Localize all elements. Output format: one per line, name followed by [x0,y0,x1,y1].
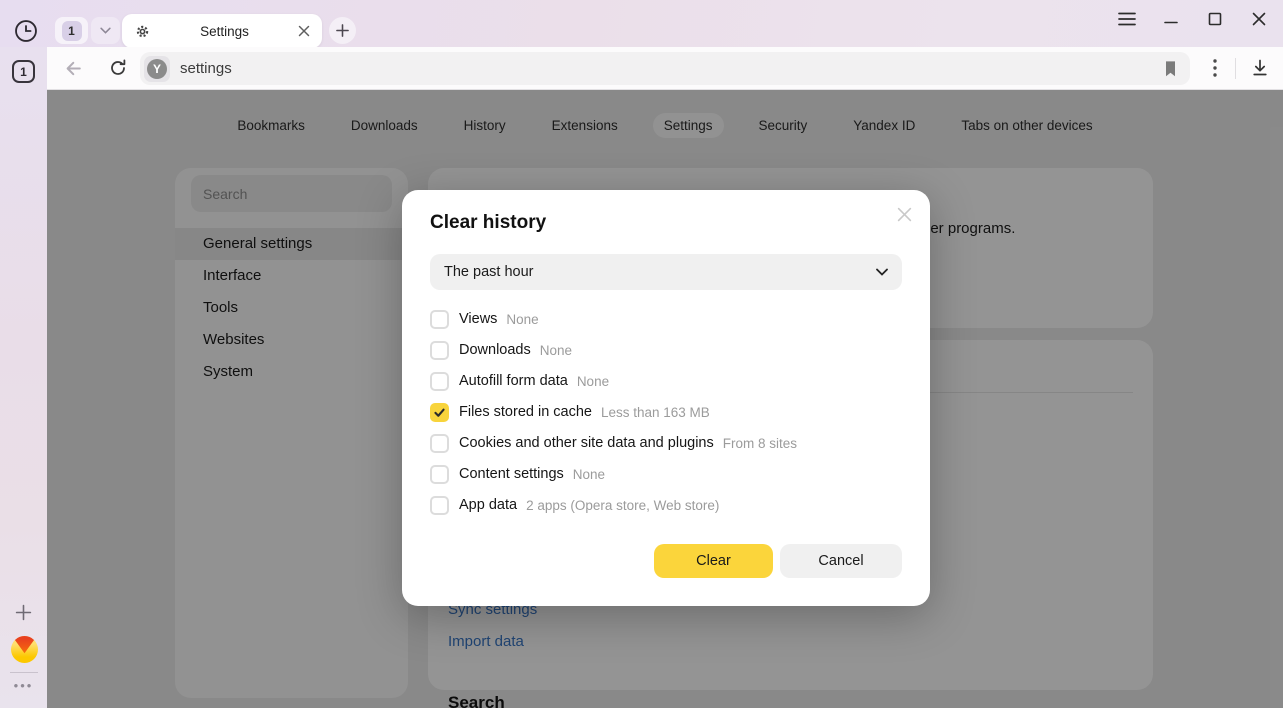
rail-divider [10,672,38,673]
checkbox-label: Content settings [459,466,564,482]
time-range-select[interactable]: The past hour [430,254,902,290]
browser-menu-button[interactable] [1118,10,1136,28]
window-maximize-button[interactable] [1206,10,1224,28]
site-icon: Y [144,56,170,82]
back-arrow-icon [63,58,84,79]
checkbox-label: Cookies and other site data and plugins [459,435,714,451]
back-button[interactable] [61,56,85,80]
tab-title: Settings [151,24,298,39]
gear-icon [134,23,151,40]
tab-close-icon[interactable] [298,25,310,37]
row-downloads[interactable]: Downloads None [430,339,902,361]
close-icon [897,207,912,222]
check-icon [433,406,446,419]
row-app-data[interactable]: App data 2 apps (Opera store, Web store) [430,494,902,516]
downloads-button[interactable] [1247,56,1273,80]
checkbox-label: Files stored in cache [459,404,592,420]
url-text: settings [180,60,232,77]
tab-group-expand-button[interactable] [91,17,120,44]
chevron-down-icon [876,268,888,276]
tab-group-badge: 1 [62,21,82,41]
active-tab[interactable]: Settings [122,14,322,48]
rail-more-button[interactable]: ••• [0,678,47,693]
row-cookies[interactable]: Cookies and other site data and plugins … [430,432,902,454]
tab-group-chip[interactable]: 1 [55,17,120,44]
checkbox[interactable] [430,496,449,515]
checkbox[interactable] [430,403,449,422]
close-icon [1251,11,1267,27]
cancel-button[interactable]: Cancel [780,544,902,578]
window-close-button[interactable] [1250,10,1268,28]
clear-button[interactable]: Clear [654,544,773,578]
window-minimize-button[interactable] [1162,10,1180,28]
row-views[interactable]: Views None [430,308,902,330]
checkbox[interactable] [430,341,449,360]
yandex-browser-logo[interactable] [11,636,38,663]
checkbox-detail: None [540,343,572,358]
hamburger-icon [1118,12,1136,26]
checkbox-label: App data [459,497,517,513]
checkbox-label: Downloads [459,342,531,358]
checkbox[interactable] [430,372,449,391]
new-tab-button[interactable] [329,17,356,44]
checkbox-detail: Less than 163 MB [601,405,710,420]
checkbox-detail: From 8 sites [723,436,797,451]
bookmark-flag-icon [1163,60,1178,78]
chevron-down-icon [100,27,111,34]
kebab-icon [1213,59,1217,77]
plus-icon [336,24,349,37]
checkbox[interactable] [430,434,449,453]
minimize-icon [1163,11,1179,27]
browser-side-rail: 1 ••• [0,47,47,708]
dialog-close-button[interactable] [894,204,914,224]
download-icon [1250,58,1270,78]
row-autofill[interactable]: Autofill form data None [430,370,902,392]
checkbox-detail: 2 apps (Opera store, Web store) [526,498,719,513]
history-clock-icon[interactable] [13,18,39,44]
clear-history-dialog: Clear history The past hour Views None D… [402,190,930,606]
row-content-settings[interactable]: Content settings None [430,463,902,485]
row-cache[interactable]: Files stored in cache Less than 163 MB [430,401,902,423]
bookmark-button[interactable] [1160,59,1180,79]
tab-group-count[interactable]: 1 [55,17,88,44]
dialog-title: Clear history [430,212,546,234]
checkbox-detail: None [577,374,609,389]
rail-add-button[interactable] [11,600,36,625]
toolbar-more-button[interactable] [1203,56,1227,80]
clear-options-list: Views None Downloads None Autofill form … [430,308,902,525]
checkbox[interactable] [430,465,449,484]
reload-button[interactable] [106,56,130,80]
checkbox-detail: None [573,467,605,482]
plus-icon [15,604,32,621]
maximize-icon [1207,11,1223,27]
checkbox-label: Autofill form data [459,373,568,389]
browser-toolbar: Settings Y settings [47,47,1283,90]
browser-tab-bar: 1 Settings [0,0,1283,47]
toolbar-separator [1235,58,1236,79]
time-range-value: The past hour [444,264,876,280]
address-bar[interactable]: Y settings [140,52,1190,85]
checkbox-label: Views [459,311,497,327]
reload-icon [108,58,128,78]
checkbox-detail: None [506,312,538,327]
rail-tab-counter[interactable]: 1 [12,60,35,83]
checkbox[interactable] [430,310,449,329]
